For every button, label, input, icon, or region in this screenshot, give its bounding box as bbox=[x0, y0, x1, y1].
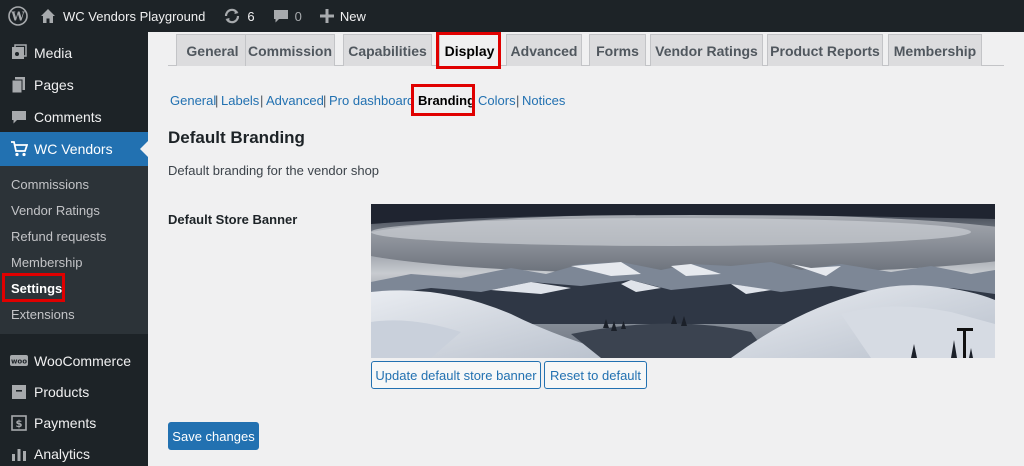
tab-display[interactable]: Display bbox=[439, 34, 500, 67]
svg-text:W: W bbox=[10, 10, 25, 24]
plus-icon bbox=[319, 9, 334, 23]
tab-general[interactable]: General bbox=[176, 34, 249, 66]
sidebar-item-pages[interactable]: Pages bbox=[0, 68, 148, 102]
sidebar-item-products[interactable]: Products bbox=[0, 375, 148, 409]
products-icon bbox=[0, 383, 34, 401]
sidebar-item-label: Analytics bbox=[34, 446, 91, 462]
tab-forms[interactable]: Forms bbox=[589, 34, 646, 66]
comments-count: 0 bbox=[294, 8, 302, 24]
site-name: WC Vendors Playground bbox=[63, 8, 206, 24]
admin-bar: W WC Vendors Playground 6 0 New bbox=[0, 0, 1024, 32]
wordpress-icon: W bbox=[8, 6, 28, 26]
comments-icon bbox=[0, 108, 34, 126]
svg-text:woo: woo bbox=[11, 358, 27, 366]
pages-icon bbox=[0, 76, 34, 94]
sidebar-item-label: Pages bbox=[34, 77, 74, 93]
tab-capabilities[interactable]: Capabilities bbox=[343, 34, 432, 66]
submenu-item-membership[interactable]: Membership bbox=[11, 255, 83, 270]
svg-text:$: $ bbox=[16, 419, 23, 430]
subtab-separator: | bbox=[323, 93, 327, 108]
comment-bubble-icon bbox=[273, 10, 288, 23]
sidebar-item-comments[interactable]: Comments bbox=[0, 100, 148, 134]
cart-icon bbox=[0, 140, 34, 158]
subtab-branding[interactable]: Branding bbox=[418, 93, 475, 108]
new-content-link[interactable]: New bbox=[310, 0, 374, 32]
sidebar-item-payments[interactable]: $ Payments bbox=[0, 406, 148, 440]
store-banner-label: Default Store Banner bbox=[168, 212, 298, 227]
wc-vendors-submenu: Commissions Vendor Ratings Refund reques… bbox=[0, 166, 148, 334]
subtab-colors[interactable]: Colors bbox=[478, 93, 516, 108]
submenu-item-extensions[interactable]: Extensions bbox=[11, 307, 75, 322]
section-title: Default Branding bbox=[168, 128, 305, 147]
sidebar-item-label: WooCommerce bbox=[34, 353, 131, 369]
tab-commission[interactable]: Commission bbox=[245, 34, 335, 66]
updates-icon bbox=[225, 8, 240, 24]
sidebar-item-analytics[interactable]: Analytics bbox=[0, 437, 148, 466]
new-label: New bbox=[339, 8, 366, 24]
sidebar-item-label: Payments bbox=[34, 415, 97, 431]
home-icon bbox=[41, 9, 55, 23]
subtab-labels[interactable]: Labels bbox=[221, 93, 259, 108]
sidebar-item-label: Comments bbox=[34, 109, 102, 125]
wordpress-logo-button[interactable]: W bbox=[0, 0, 36, 32]
tab-product-reports[interactable]: Product Reports bbox=[767, 34, 883, 66]
subtab-general[interactable]: General bbox=[170, 93, 216, 108]
submenu-item-vendor-ratings[interactable]: Vendor Ratings bbox=[11, 203, 100, 218]
media-icon bbox=[0, 44, 34, 62]
analytics-icon bbox=[0, 445, 34, 463]
settings-tabs: General Commission Capabilities Display … bbox=[168, 34, 1004, 67]
sidebar-item-label: Media bbox=[34, 45, 73, 61]
sidebar-item-woocommerce[interactable]: woo WooCommerce bbox=[0, 344, 148, 378]
sidebar-item-label: Products bbox=[34, 384, 90, 400]
section-description: Default branding for the vendor shop bbox=[168, 163, 380, 178]
current-menu-arrow bbox=[140, 141, 148, 157]
woo-icon: woo bbox=[0, 352, 34, 370]
admin-sidebar: Media Pages Comments WC Vendors Commissi… bbox=[0, 32, 148, 466]
site-name-link[interactable]: WC Vendors Playground bbox=[36, 0, 213, 32]
sidebar-item-wc-vendors[interactable]: WC Vendors bbox=[0, 132, 148, 166]
subtab-separator: | bbox=[516, 93, 520, 108]
payments-icon: $ bbox=[0, 414, 34, 432]
subtab-separator: | bbox=[215, 93, 219, 108]
update-banner-button[interactable]: Update default store banner bbox=[371, 361, 541, 389]
subtab-pro-dashboard[interactable]: Pro dashboard bbox=[329, 93, 414, 108]
submenu-item-refund-requests[interactable]: Refund requests bbox=[11, 229, 106, 244]
comments-link[interactable]: 0 bbox=[263, 0, 310, 32]
save-changes-button[interactable]: Save changes bbox=[168, 422, 259, 450]
sidebar-item-label: WC Vendors bbox=[34, 141, 113, 157]
updates-count: 6 bbox=[247, 8, 255, 24]
updates-link[interactable]: 6 bbox=[213, 0, 262, 32]
sidebar-item-media[interactable]: Media bbox=[0, 36, 148, 70]
store-banner-image bbox=[371, 204, 995, 358]
subtab-notices[interactable]: Notices bbox=[522, 93, 565, 108]
tab-advanced[interactable]: Advanced bbox=[506, 34, 582, 66]
tab-vendor-ratings[interactable]: Vendor Ratings bbox=[650, 34, 763, 66]
tab-membership[interactable]: Membership bbox=[888, 34, 982, 66]
subtab-separator: | bbox=[260, 93, 264, 108]
reset-banner-button[interactable]: Reset to default bbox=[544, 361, 647, 389]
subtab-advanced[interactable]: Advanced bbox=[266, 93, 324, 108]
submenu-item-settings[interactable]: Settings bbox=[11, 281, 62, 296]
submenu-item-commissions[interactable]: Commissions bbox=[11, 177, 89, 192]
